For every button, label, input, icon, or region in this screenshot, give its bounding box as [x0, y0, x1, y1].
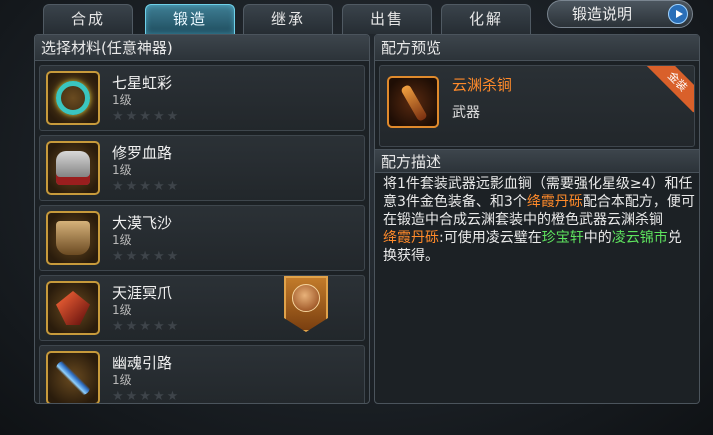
material-name: 修罗血路 — [112, 144, 173, 162]
materials-panel: 选择材料(任意神器) 七星虹彩 1级 ★★★★★ 修罗血路 1级 ★★★★★ 大… — [34, 34, 370, 404]
cloak-icon — [46, 211, 100, 265]
armor-icon — [46, 141, 100, 195]
recipe-item-name: 云渊杀锏 — [452, 76, 513, 94]
star-rating: ★★★★★ — [112, 109, 181, 124]
desc-material-highlight: 绛霞丹砾 — [526, 194, 583, 210]
star-rating: ★★★★★ — [112, 389, 181, 404]
materials-title: 选择材料(任意神器) — [35, 35, 369, 61]
desc-material-highlight: 绛霞丹砾 — [383, 230, 439, 246]
material-level: 1级 — [112, 233, 132, 247]
material-name: 幽魂引路 — [112, 354, 173, 372]
tab-inherit[interactable]: 继承 — [243, 4, 333, 34]
star-rating: ★★★★★ — [112, 249, 181, 264]
recipe-description: 将1件套装武器远影血锏（需要强化星级≥4）和任意3件金色装备、和3个绛霞丹砾配合… — [383, 175, 695, 265]
material-level: 1级 — [112, 93, 132, 107]
star-rating: ★★★★★ — [112, 179, 181, 194]
forge-guide-button[interactable]: 锻造说明 — [547, 0, 693, 28]
material-name: 大漠飞沙 — [112, 214, 173, 232]
material-item[interactable]: 幽魂引路 1级 ★★★★★ — [39, 345, 365, 404]
tab-sell[interactable]: 出售 — [342, 4, 432, 34]
desc-text: 中的 — [583, 230, 612, 246]
rainbow-ring-icon — [46, 71, 100, 125]
material-item[interactable]: 七星虹彩 1级 ★★★★★ — [39, 65, 365, 131]
material-level: 1级 — [112, 373, 132, 387]
description-title: 配方描述 — [375, 149, 699, 173]
tab-combine[interactable]: 合成 — [43, 4, 133, 34]
desc-shop-link[interactable]: 珍宝轩 — [542, 230, 584, 246]
recipe-preview-card[interactable]: 云渊杀锏 武器 金装 — [379, 65, 695, 147]
desc-text: :可使用凌云璧在 — [439, 230, 542, 246]
tab-bar: 合成 锻造 继承 出售 化解 锻造说明 — [0, 0, 713, 34]
claw-icon — [46, 281, 100, 335]
recipe-panel: 配方预览 云渊杀锏 武器 金装 配方描述 将1件套装武器远影血锏（需要强化星级≥… — [374, 34, 700, 404]
hero-portrait-badge — [284, 276, 328, 332]
arrow-right-icon — [668, 4, 688, 24]
tab-forge[interactable]: 锻造 — [145, 4, 235, 34]
material-item[interactable]: 大漠飞沙 1级 ★★★★★ — [39, 205, 365, 271]
material-item[interactable]: 修罗血路 1级 ★★★★★ — [39, 135, 365, 201]
forge-guide-label: 锻造说明 — [572, 5, 633, 23]
desc-market-link[interactable]: 凌云锦市 — [612, 230, 668, 246]
material-level: 1级 — [112, 303, 132, 317]
hero-face-icon — [292, 284, 320, 312]
preview-title: 配方预览 — [375, 35, 699, 61]
star-rating: ★★★★★ — [112, 319, 181, 334]
gold-gear-ribbon: 金装 — [646, 66, 694, 113]
material-name: 七星虹彩 — [112, 74, 173, 92]
material-item[interactable]: 天涯冥爪 1级 ★★★★★ — [39, 275, 365, 341]
tab-dissolve[interactable]: 化解 — [441, 4, 531, 34]
mace-icon — [387, 76, 439, 128]
spears-icon — [46, 351, 100, 403]
recipe-item-type: 武器 — [452, 105, 480, 121]
material-name: 天涯冥爪 — [112, 284, 173, 302]
material-level: 1级 — [112, 163, 132, 177]
